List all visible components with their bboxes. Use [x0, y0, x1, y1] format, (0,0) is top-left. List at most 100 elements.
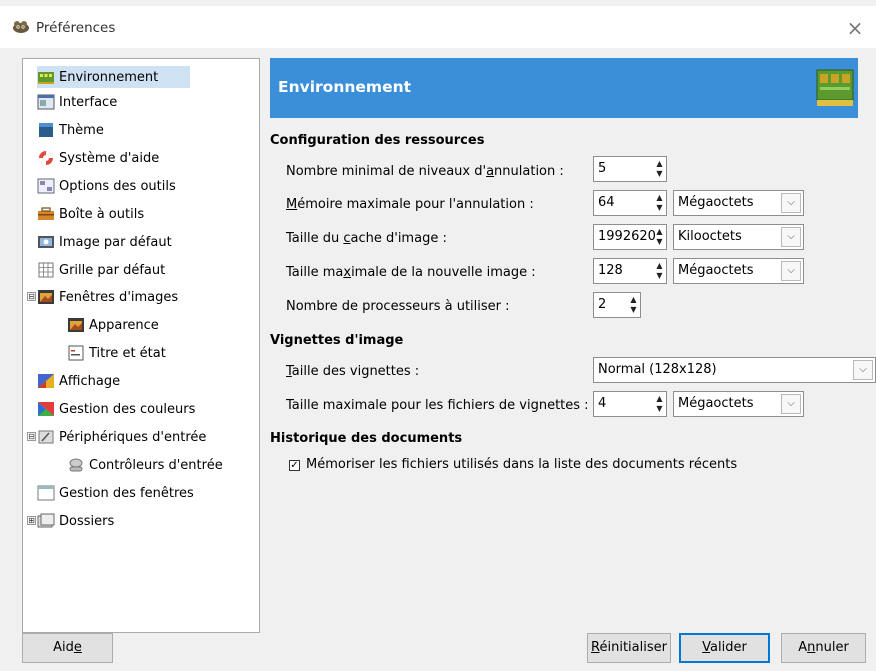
processors-spinbox[interactable]: 2 ▲ ▼	[593, 292, 641, 318]
folders-icon	[37, 513, 55, 528]
spin-down-icon[interactable]: ▼	[656, 204, 662, 212]
gimp-wilber-icon	[13, 21, 29, 33]
tile-cache-spinbox[interactable]: 1992620 ▲ ▼	[593, 224, 667, 250]
cancel-button[interactable]: Annuler	[781, 633, 866, 663]
color-management-icon	[38, 402, 54, 416]
appearance-icon	[68, 318, 84, 332]
section-title-thumbnails: Vignettes d'image	[270, 333, 404, 348]
sidebar-item-image-defaut[interactable]: Image par défaut	[37, 231, 172, 253]
grid-icon	[38, 262, 54, 278]
thumbnail-size-select[interactable]: Normal (128x128) ⌵	[593, 357, 876, 383]
sidebar-item-label: Thème	[59, 122, 104, 138]
chevron-down-icon: ⌵	[781, 193, 801, 213]
sidebar-item-theme[interactable]: Thème	[37, 119, 104, 141]
theme-icon	[39, 123, 53, 137]
spin-up-icon[interactable]: ▲	[656, 228, 662, 236]
undo-memory-label: Mémoire maximale pour l'annulation :	[286, 197, 534, 212]
sidebar-item-label: Interface	[59, 94, 118, 110]
sidebar-item-boite-outils[interactable]: Boîte à outils	[37, 203, 144, 225]
sidebar-item-apparence[interactable]: Apparence	[67, 314, 159, 336]
sidebar-item-label: Gestion des couleurs	[59, 401, 196, 417]
page-header-banner: Environnement	[270, 58, 858, 118]
sidebar-item-titre-etat[interactable]: Titre et état	[67, 342, 166, 364]
undo-levels-label: Nombre minimal de niveaux d'annulation :	[286, 164, 564, 179]
tile-cache-value: 1992620	[598, 229, 656, 244]
spin-up-icon[interactable]: ▲	[656, 262, 662, 270]
collapse-fenetres-icon[interactable]: ⊟	[27, 292, 36, 301]
sidebar-item-affichage[interactable]: Affichage	[37, 370, 120, 392]
sidebar-item-fenetres-images[interactable]: Fenêtres d'images	[37, 286, 178, 308]
spin-down-icon[interactable]: ▼	[656, 170, 662, 178]
sidebar-item-label: Contrôleurs d'entrée	[89, 457, 223, 473]
sidebar-item-options-outils[interactable]: Options des outils	[37, 175, 176, 197]
sidebar-item-label: Environnement	[59, 69, 159, 85]
thumbnail-max-file-unit-select[interactable]: Mégaoctets ⌵	[673, 391, 804, 417]
sidebar-item-label: Options des outils	[59, 178, 176, 194]
sidebar-item-label: Périphériques d'entrée	[59, 429, 207, 445]
spin-down-icon[interactable]: ▼	[656, 405, 662, 413]
undo-levels-value: 5	[598, 161, 607, 176]
tile-cache-unit: Kilooctets	[678, 229, 742, 244]
tile-cache-unit-select[interactable]: Kilooctets ⌵	[673, 224, 804, 250]
toolbox-icon	[38, 207, 54, 220]
help-button[interactable]: Aide	[22, 633, 113, 663]
reset-button[interactable]: Réinitialiser	[587, 633, 671, 663]
image-window-icon	[38, 290, 54, 304]
thumbnail-max-file-label: Taille maximale pour les fichiers de vig…	[286, 398, 589, 413]
section-title-resources: Configuration des ressources	[270, 133, 485, 148]
thumbnail-max-file-value: 4	[598, 396, 607, 411]
default-image-icon	[38, 236, 54, 248]
sidebar-item-peripheriques[interactable]: Périphériques d'entrée	[37, 426, 206, 448]
sidebar-item-controleurs[interactable]: Contrôleurs d'entrée	[67, 454, 223, 476]
tile-cache-label: Taille du cache d'image :	[286, 231, 447, 246]
max-image-spinbox[interactable]: 128 ▲ ▼	[593, 258, 667, 284]
interface-window-icon	[37, 94, 55, 110]
chevron-down-icon: ⌵	[781, 394, 801, 414]
tool-options-icon	[37, 178, 55, 194]
expand-dossiers-icon[interactable]: ⊞	[27, 516, 36, 525]
preferences-tree[interactable]: Environnement Interface Thème Système d'…	[22, 58, 260, 633]
ok-button[interactable]: Valider	[679, 633, 770, 663]
sidebar-item-gestion-fenetres[interactable]: Gestion des fenêtres	[37, 482, 194, 504]
chevron-down-icon: ⌵	[781, 227, 801, 247]
sidebar-item-interface[interactable]: Interface	[37, 91, 117, 113]
spin-up-icon[interactable]: ▲	[656, 395, 662, 403]
sidebar-item-label: Affichage	[59, 373, 121, 389]
close-button[interactable]: ×	[844, 18, 866, 40]
section-title-history: Historique des documents	[270, 431, 463, 446]
spin-down-icon[interactable]: ▼	[656, 238, 662, 246]
thumbnail-size-value: Normal (128x128)	[598, 362, 717, 377]
spin-up-icon[interactable]: ▲	[656, 194, 662, 202]
spin-up-icon[interactable]: ▲	[630, 296, 636, 304]
sidebar-item-environnement[interactable]: Environnement	[37, 66, 190, 88]
max-image-label: Taille maximale de la nouvelle image :	[286, 265, 536, 280]
sidebar-item-grille-defaut[interactable]: Grille par défaut	[37, 259, 165, 281]
input-devices-icon	[38, 430, 54, 444]
sidebar-item-label: Fenêtres d'images	[59, 289, 179, 305]
display-icon	[38, 374, 54, 388]
title-status-icon	[68, 345, 84, 361]
chevron-down-icon: ⌵	[853, 360, 873, 380]
spin-down-icon[interactable]: ▼	[630, 306, 636, 314]
window-management-icon	[37, 485, 55, 501]
sidebar-item-systeme-aide[interactable]: Système d'aide	[37, 147, 159, 169]
title-bar: Préférences ×	[0, 6, 876, 48]
undo-memory-value: 64	[598, 195, 615, 210]
collapse-peripheriques-icon[interactable]: ⊟	[27, 432, 36, 441]
sidebar-item-dossiers[interactable]: Dossiers	[37, 510, 114, 532]
close-icon: ×	[846, 16, 864, 40]
page-title: Environnement	[278, 78, 412, 96]
lifebuoy-icon	[39, 151, 53, 165]
remember-recent-label[interactable]: Mémoriser les fichiers utilisés dans la …	[306, 457, 737, 472]
sidebar-item-gestion-couleurs[interactable]: Gestion des couleurs	[37, 398, 195, 420]
undo-memory-spinbox[interactable]: 64 ▲ ▼	[593, 190, 667, 216]
max-image-unit-select[interactable]: Mégaoctets ⌵	[673, 258, 804, 284]
thumbnail-max-file-spinbox[interactable]: 4 ▲ ▼	[593, 391, 667, 417]
undo-levels-spinbox[interactable]: 5 ▲ ▼	[593, 156, 667, 182]
spin-up-icon[interactable]: ▲	[656, 160, 662, 168]
undo-memory-unit-select[interactable]: Mégaoctets ⌵	[673, 190, 804, 216]
sidebar-item-label: Apparence	[89, 317, 159, 333]
remember-recent-checkbox[interactable]: ✓	[289, 460, 300, 471]
spin-down-icon[interactable]: ▼	[656, 272, 662, 280]
sidebar-item-label: Image par défaut	[59, 234, 172, 250]
